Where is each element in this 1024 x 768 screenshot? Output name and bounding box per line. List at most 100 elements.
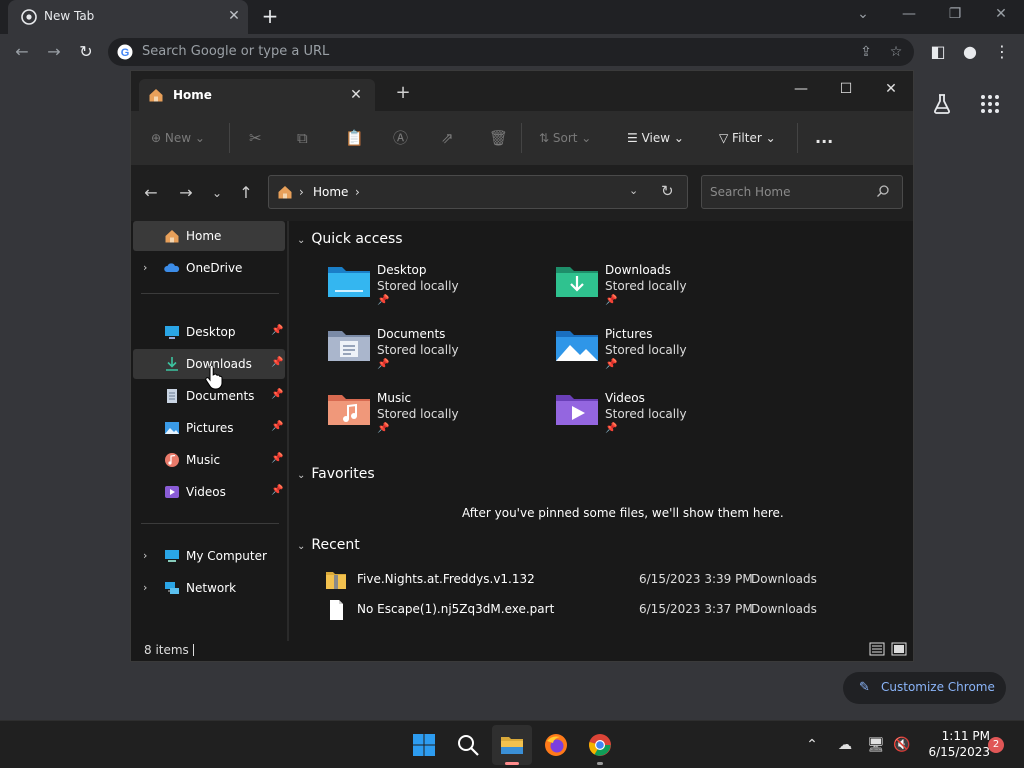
onedrive-offline-icon[interactable]: ☁	[833, 733, 857, 757]
search-icon	[458, 735, 479, 756]
recent-locations-chevron-icon[interactable]: ⌄	[205, 181, 229, 205]
nav-item-desktop[interactable]: Desktop 📌	[133, 317, 285, 347]
chrome-menu-icon[interactable]: ⋮	[988, 38, 1016, 66]
tab-search-icon[interactable]: ⌄	[840, 0, 886, 30]
close-icon[interactable]: ✕	[224, 6, 244, 26]
quick-access-documents[interactable]: Documents Stored locally 📌	[327, 327, 547, 377]
address-dropdown-icon[interactable]: ⌄	[629, 184, 638, 197]
share-icon[interactable]: ⇗	[441, 126, 454, 150]
details-view-icon[interactable]	[869, 642, 885, 656]
network-status-icon[interactable]: 🖥	[864, 733, 888, 757]
omnibox[interactable]: G Search Google or type a URL ⇪ ☆	[108, 38, 914, 66]
nav-item-music[interactable]: Music 📌	[133, 445, 285, 475]
close-icon[interactable]: ✕	[345, 84, 367, 106]
chevron-up-icon[interactable]: ⌃	[800, 733, 824, 757]
back-arrow-icon[interactable]: ←	[8, 38, 36, 66]
close-button[interactable]: ✕	[978, 0, 1024, 30]
taskbar-chrome[interactable]	[580, 725, 620, 765]
see-more-button[interactable]: ...	[815, 126, 833, 150]
toolbar-divider	[229, 123, 230, 153]
chevron-down-icon: ⌄	[297, 541, 306, 552]
windows-logo-icon	[413, 734, 435, 756]
rename-icon[interactable]: Ⓐ	[393, 126, 408, 150]
forward-arrow-icon[interactable]: →	[40, 38, 68, 66]
quick-access-pictures[interactable]: Pictures Stored locally 📌	[555, 327, 775, 377]
item-name: Pictures	[605, 327, 653, 341]
up-arrow-icon[interactable]: ↑	[234, 181, 258, 205]
view-button[interactable]: ☰ View ⌄	[627, 126, 684, 150]
quick-access-downloads[interactable]: Downloads Stored locally 📌	[555, 263, 775, 313]
nav-item-pictures[interactable]: Pictures 📌	[133, 413, 285, 443]
network-icon	[165, 582, 179, 594]
explorer-close-button[interactable]: ✕	[871, 75, 911, 103]
nav-item-my-computer[interactable]: › My Computer	[133, 541, 285, 571]
forward-arrow-icon[interactable]: →	[174, 181, 198, 205]
profile-icon[interactable]: ●	[956, 38, 984, 66]
search-icon	[877, 185, 889, 197]
taskbar-clock-date[interactable]: 6/15/2023	[910, 745, 990, 759]
nav-item-videos[interactable]: Videos 📌	[133, 477, 285, 507]
start-button[interactable]	[404, 725, 444, 765]
pin-icon: 📌	[377, 359, 390, 370]
quick-access-title: Quick access	[311, 231, 403, 247]
explorer-maximize-button[interactable]: ☐	[826, 75, 866, 103]
explorer-tab-home[interactable]: Home ✕	[139, 79, 375, 111]
cut-icon[interactable]: ✂	[249, 126, 262, 150]
chevron-right-icon[interactable]: ›	[143, 261, 147, 274]
nav-item-home[interactable]: Home	[133, 221, 285, 251]
quick-access-videos[interactable]: Videos Stored locally 📌	[555, 391, 775, 441]
reload-icon[interactable]: ↻	[72, 38, 100, 66]
chrome-tab-new-tab[interactable]: New Tab ✕	[8, 0, 248, 34]
address-bar[interactable]: › Home › ⌄ ↻	[268, 175, 688, 209]
quick-access-header[interactable]: ⌄ Quick access	[297, 231, 403, 247]
nav-divider	[141, 293, 279, 294]
chevron-right-icon[interactable]: ›	[143, 581, 147, 594]
favorites-header[interactable]: ⌄ Favorites	[297, 466, 375, 482]
picture-icon	[165, 422, 179, 434]
new-tab-button[interactable]: +	[258, 5, 282, 29]
bookmark-star-icon[interactable]: ☆	[886, 42, 906, 62]
notification-badge[interactable]: 2	[988, 737, 1004, 753]
filter-button[interactable]: ▽ Filter ⌄	[719, 126, 776, 150]
chrome-labs-flask-icon[interactable]	[930, 92, 954, 116]
quick-access-music[interactable]: Music Stored locally 📌	[327, 391, 547, 441]
paste-icon[interactable]: 📋	[345, 126, 364, 150]
new-button[interactable]: ⊕ New ⌄	[151, 126, 205, 150]
nav-item-label: Home	[186, 229, 222, 243]
back-arrow-icon[interactable]: ←	[139, 181, 163, 205]
nav-item-onedrive[interactable]: › OneDrive	[133, 253, 285, 283]
delete-icon[interactable]: 🗑	[489, 126, 508, 150]
share-icon[interactable]: ⇪	[856, 42, 876, 62]
refresh-icon[interactable]: ↻	[661, 182, 674, 200]
restore-button[interactable]: ❐	[932, 0, 978, 30]
taskbar-firefox[interactable]	[536, 725, 576, 765]
pin-icon: 📌	[271, 485, 284, 496]
chevron-down-icon: ⌄	[297, 470, 306, 481]
file-explorer-icon	[501, 737, 523, 754]
table-row[interactable]: Five.Nights.at.Freddys.v1.132 6/15/2023 …	[325, 567, 865, 593]
taskbar-search-button[interactable]	[448, 725, 488, 765]
breadcrumb-home[interactable]: Home	[313, 185, 348, 199]
side-panel-icon[interactable]: ◧	[924, 38, 952, 66]
customize-chrome-button[interactable]: ✎ Customize Chrome	[843, 672, 1006, 704]
new-label: New	[164, 131, 192, 145]
recent-file-location: Downloads	[751, 602, 817, 616]
quick-access-desktop[interactable]: Desktop Stored locally 📌	[327, 263, 547, 313]
explorer-titlebar: Home ✕ + — ☐ ✕	[131, 71, 913, 111]
nav-item-label: Music	[186, 453, 221, 467]
taskbar-file-explorer[interactable]	[492, 725, 532, 765]
table-row[interactable]: No Escape(1).nj5Zq3dM.exe.part 6/15/2023…	[325, 597, 865, 623]
nav-item-network[interactable]: › Network	[133, 573, 285, 603]
google-apps-grid-icon[interactable]	[978, 92, 1002, 116]
explorer-minimize-button[interactable]: —	[781, 75, 821, 103]
copy-icon[interactable]: ⧉	[297, 126, 308, 150]
item-status: Stored locally	[605, 279, 687, 293]
recent-header[interactable]: ⌄ Recent	[297, 537, 360, 553]
chevron-right-icon[interactable]: ›	[143, 549, 147, 562]
large-icons-view-icon[interactable]	[891, 642, 907, 656]
search-input[interactable]: Search Home	[701, 175, 903, 209]
explorer-new-tab-button[interactable]: +	[393, 83, 413, 103]
sort-button[interactable]: ⇅ Sort ⌄	[539, 126, 591, 150]
minimize-button[interactable]: —	[886, 0, 932, 30]
taskbar-clock-time[interactable]: 1:11 PM	[920, 729, 990, 743]
